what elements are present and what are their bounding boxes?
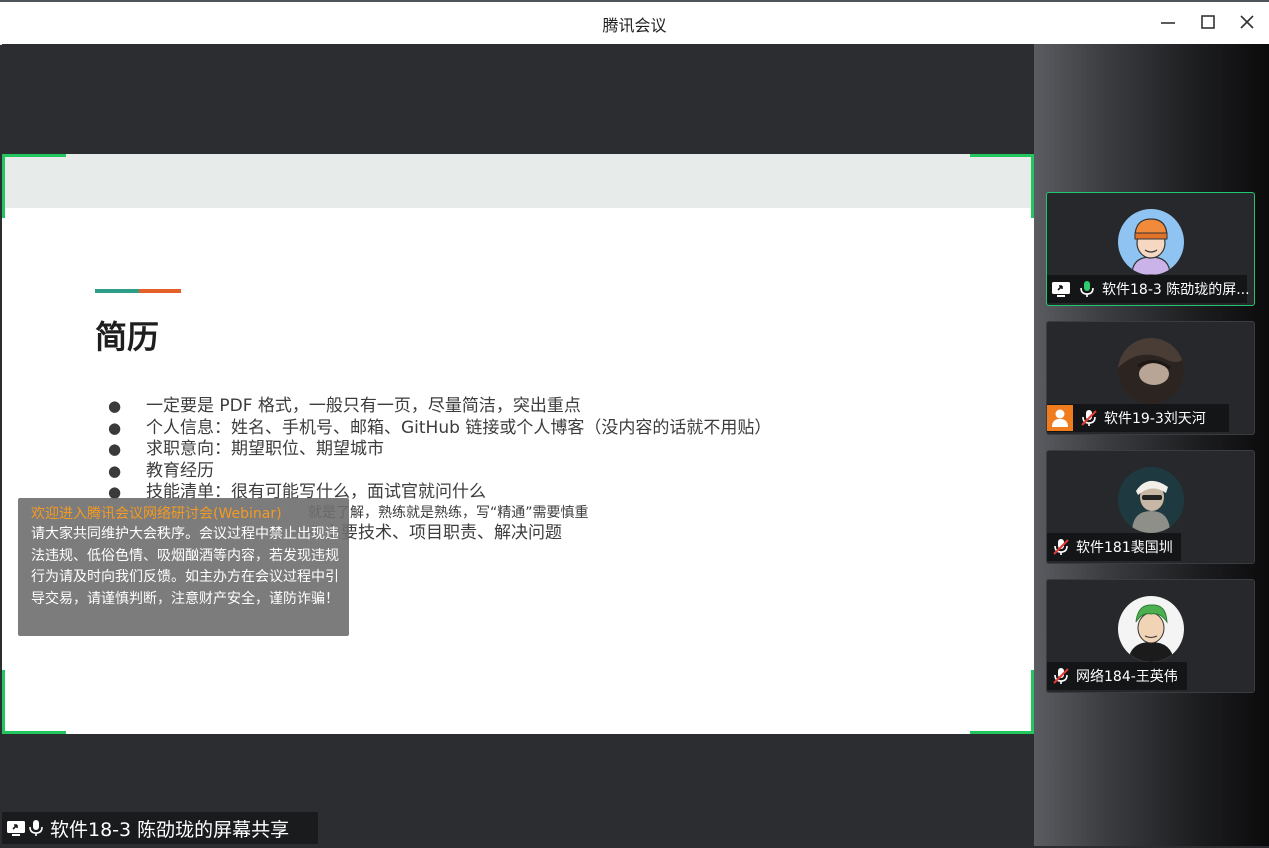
share-frame-corner (2, 154, 66, 157)
slide-bullet: ● 求职意向：期望职位、期望城市 (108, 439, 384, 459)
notice-body: 请大家共同维护大会秩序。会议过程中禁止出现违法违规、低俗色情、吸烟酗酒等内容，若… (31, 526, 339, 607)
slide-accent-teal (95, 289, 139, 293)
microphone-muted-icon (1051, 537, 1071, 557)
host-badge-icon (1047, 405, 1073, 431)
participant-name: 软件19-3刘天河 (1104, 411, 1206, 427)
participant-tile[interactable]: 软件19-3刘天河 (1046, 321, 1255, 435)
participant-name-bar: 软件181裴国圳 (1047, 533, 1181, 561)
slide-header-band (2, 154, 1034, 208)
participant-name: 软件18-3 陈劭珑的屏... (1102, 282, 1250, 298)
slide-bullet: ● 个人信息：姓名、手机号、邮箱、GitHub 链接或个人博客（没内容的话就不用贴… (108, 417, 772, 438)
participant-tile[interactable]: 软件18-3 陈劭珑的屏... (1046, 192, 1255, 306)
share-frame-corner (970, 154, 1034, 157)
participant-tile[interactable]: 网络184-王英伟 (1046, 579, 1255, 693)
window-title: 腾讯会议 (602, 16, 667, 35)
slide-bullet: ● 教育经历 (108, 460, 214, 481)
webinar-notice: 欢迎进入腾讯会议网络研讨会(Webinar) 请大家共同维护大会秩序。会议过程中… (18, 498, 349, 636)
screen-share-icon (1051, 279, 1071, 299)
participant-tile[interactable]: 软件181裴国圳 (1046, 450, 1255, 564)
participant-name-bar: 网络184-王英伟 (1047, 662, 1187, 690)
participant-name-bar: 软件19-3刘天河 (1047, 404, 1229, 432)
photo-avatar (1118, 338, 1184, 404)
presentation-slide: 简历 ● 一定要是 PDF 格式，一般只有一页，尽量简洁，突出重点 ● 个人信息：姓… (2, 154, 1034, 734)
share-frame-corner (2, 154, 5, 218)
slide-bullet: ● 一定要是 PDF 格式，一般只有一页，尽量简洁，突出重点 (108, 396, 581, 416)
participant-name-bar: 软件18-3 陈劭珑的屏... (1047, 275, 1250, 303)
minimize-icon[interactable] (1156, 10, 1180, 34)
title-bar-edge (0, 0, 1269, 2)
screen-share-label-bar: 软件18-3 陈劭珑的屏幕共享 (2, 812, 318, 844)
participant-panel: 软件18-3 陈劭珑的屏... 软件19-3刘天河 软件181裴国圳 网络184… (1034, 44, 1269, 846)
microphone-muted-icon (1079, 408, 1099, 428)
close-icon[interactable] (1235, 10, 1259, 34)
share-frame-corner (970, 731, 1034, 734)
share-frame-corner (2, 670, 5, 734)
notice-headline: 欢迎进入腾讯会议网络研讨会(Webinar) (31, 506, 282, 522)
slide-accent-orange (139, 289, 181, 293)
anime-avatar (1118, 596, 1184, 662)
share-frame-corner (2, 731, 66, 734)
shared-screen-stage[interactable]: 简历 ● 一定要是 PDF 格式，一般只有一页，尽量简洁，突出重点 ● 个人信息：姓… (2, 44, 1034, 846)
cartoon-boy-avatar (1118, 209, 1184, 275)
participant-name: 软件181裴国圳 (1076, 540, 1173, 556)
microphone-on-icon (1077, 279, 1097, 299)
maximize-icon[interactable] (1196, 10, 1220, 34)
screen-share-label: 软件18-3 陈劭珑的屏幕共享 (50, 818, 290, 841)
participant-name: 网络184-王英伟 (1076, 669, 1178, 685)
title-bar: 腾讯会议 (0, 0, 1269, 45)
microphone-icon (26, 818, 46, 838)
photo-avatar (1118, 467, 1184, 533)
slide-title: 简历 (95, 318, 160, 356)
screen-share-icon (6, 818, 26, 838)
microphone-muted-icon (1051, 666, 1071, 686)
